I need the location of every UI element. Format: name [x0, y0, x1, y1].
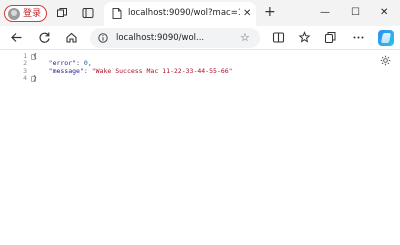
- minimize-button[interactable]: —: [320, 7, 330, 19]
- tab-active[interactable]: localhost:9090/wol?mac=11-22-33-44-55-66…: [104, 2, 256, 26]
- new-tab-button[interactable]: +: [264, 5, 276, 19]
- copilot-icon[interactable]: [378, 30, 394, 46]
- tab-actions-icon[interactable]: [82, 7, 94, 19]
- tab-close-icon[interactable]: ✕: [243, 8, 251, 20]
- profile-button[interactable]: 登录: [4, 5, 47, 22]
- line-number: 4: [23, 74, 27, 83]
- more-options-icon[interactable]: [352, 31, 365, 44]
- url-text[interactable]: localhost:9090/wol...: [116, 32, 236, 44]
- refresh-icon[interactable]: [38, 31, 51, 44]
- json-line: "message": "Wake Success Mac 11-22-33-44…: [33, 66, 233, 75]
- json-viewer: 1 2 3 4 { "error": 0, "message": "Wake S…: [0, 51, 400, 245]
- json-separator: :: [83, 66, 92, 75]
- profile-avatar-icon: [8, 8, 20, 20]
- workspaces-icon[interactable]: [56, 7, 68, 19]
- favorites-icon[interactable]: [298, 31, 311, 44]
- title-bar: 登录 localhost:9090/wol?mac=11-22-33-44-55…: [0, 0, 400, 26]
- split-screen-icon[interactable]: [272, 31, 285, 44]
- home-icon[interactable]: [65, 31, 78, 44]
- line-numbers: 1 2 3 4: [19, 52, 27, 83]
- json-value-string: "Wake Success Mac 11-22-33-44-55-66": [91, 66, 233, 75]
- site-info-icon[interactable]: [98, 33, 108, 43]
- profile-label: 登录: [23, 9, 42, 19]
- maximize-button[interactable]: ☐: [351, 7, 360, 19]
- json-code: { "error": 0, "message": "Wake Success M…: [33, 52, 233, 83]
- close-window-button[interactable]: ✕: [380, 7, 388, 19]
- json-key: "message": [48, 66, 84, 75]
- collections-icon[interactable]: [324, 31, 337, 44]
- address-bar[interactable]: localhost:9090/wol... ☆: [90, 28, 260, 48]
- page-icon: [112, 8, 122, 19]
- tab-title: localhost:9090/wol?mac=11-22-33-44-55-66: [128, 8, 240, 18]
- back-arrow-icon[interactable]: [10, 31, 23, 44]
- close-brace: }: [33, 74, 37, 83]
- gear-icon[interactable]: [380, 55, 391, 66]
- favorite-star-icon[interactable]: ☆: [240, 31, 250, 44]
- browser-toolbar: localhost:9090/wol... ☆: [0, 26, 400, 50]
- json-line: }: [33, 75, 233, 82]
